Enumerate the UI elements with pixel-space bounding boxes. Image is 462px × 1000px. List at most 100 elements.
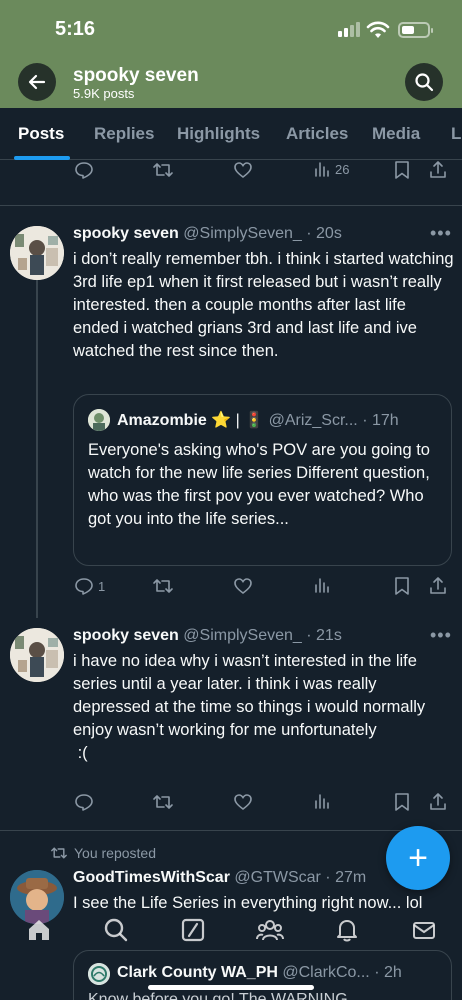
quoted-tweet[interactable]: Clark County WA_PH @ClarkCo... · 2h Know… <box>73 950 452 1000</box>
repost-indicator: You reposted <box>50 845 156 861</box>
thread-line <box>36 280 38 618</box>
tab-likes[interactable]: L <box>451 124 461 144</box>
tweet-time[interactable]: 20s <box>316 225 342 242</box>
quote-avatar <box>88 963 110 985</box>
tweet-actions: 1 <box>0 576 462 600</box>
battery-icon <box>398 22 433 38</box>
reply-button[interactable]: 1 <box>74 576 105 596</box>
views-button[interactable] <box>313 576 331 594</box>
repost-icon <box>153 579 173 593</box>
bookmark-button[interactable] <box>393 160 411 180</box>
repost-button[interactable] <box>152 792 174 812</box>
quote-author-handle: @ClarkCo... <box>282 964 370 981</box>
repost-icon <box>153 795 173 809</box>
reply-icon <box>75 794 93 811</box>
bookmark-button[interactable] <box>393 576 411 596</box>
quote-author-emoji: ⭐ | 🚦 <box>211 412 265 429</box>
bookmark-icon <box>395 793 409 811</box>
views-icon <box>315 578 329 593</box>
more-options-button[interactable]: ••• <box>430 223 452 244</box>
reply-button[interactable] <box>74 160 94 180</box>
bookmark-icon <box>395 577 409 595</box>
signal-icon <box>338 22 360 37</box>
explore-search-icon[interactable] <box>103 917 129 943</box>
heart-icon <box>234 794 252 811</box>
wifi-icon <box>366 21 390 38</box>
tweet-time[interactable]: 21s <box>316 627 342 644</box>
avatar[interactable] <box>10 226 64 280</box>
status-time: 5:16 <box>55 18 96 40</box>
share-icon <box>430 577 446 594</box>
tweet-actions <box>0 792 462 816</box>
like-button[interactable] <box>233 576 253 596</box>
back-button[interactable] <box>18 63 56 101</box>
tweet-time[interactable]: 27m <box>335 869 366 886</box>
search-icon <box>415 73 434 92</box>
tab-media[interactable]: Media <box>372 124 420 144</box>
author-handle[interactable]: @GTWScar <box>234 869 320 886</box>
quote-header: Amazombie ⭐ | 🚦 @Ariz_Scr... · 17h <box>117 412 399 429</box>
quote-avatar <box>88 409 110 431</box>
share-button[interactable] <box>429 576 447 596</box>
author-name[interactable]: spooky seven <box>73 225 179 242</box>
compose-post-button[interactable]: + <box>386 826 450 890</box>
bookmark-button[interactable] <box>393 792 411 812</box>
tab-articles[interactable]: Articles <box>286 124 348 144</box>
author-name[interactable]: spooky seven <box>73 627 179 644</box>
search-button[interactable] <box>405 63 443 101</box>
like-button[interactable] <box>233 792 253 812</box>
views-icon <box>315 794 329 809</box>
profile-tabs: Posts Replies Highlights Articles Media … <box>0 108 462 160</box>
repost-icon <box>153 163 173 177</box>
share-icon <box>430 793 446 810</box>
reply-count: 1 <box>98 578 106 594</box>
quote-author-handle: @Ariz_Scr... <box>268 412 358 429</box>
quote-time: 2h <box>383 964 402 981</box>
post-count: 5.9K posts <box>73 86 135 101</box>
repost-button[interactable] <box>152 576 174 596</box>
reply-button[interactable] <box>74 792 94 812</box>
share-button[interactable] <box>429 792 447 812</box>
profile-header: 5:16 spooky seven 5.9K posts <box>0 0 462 108</box>
more-options-button[interactable]: ••• <box>430 625 452 646</box>
messages-envelope-icon[interactable] <box>411 917 437 943</box>
home-indicator <box>148 985 314 990</box>
avatar-image <box>10 628 64 682</box>
repost-icon <box>51 847 67 859</box>
home-icon[interactable] <box>26 917 52 943</box>
quote-text: Know before you go! The WARNING <box>88 991 348 1000</box>
repost-button[interactable] <box>152 160 174 180</box>
author-handle[interactable]: @SimplySeven_ <box>183 225 302 242</box>
plus-icon: + <box>408 838 428 877</box>
views-count: 26 <box>335 161 350 177</box>
communities-icon[interactable] <box>256 917 284 943</box>
tweet-actions: 26 <box>0 160 462 184</box>
bookmark-icon <box>395 161 409 179</box>
views-icon <box>315 162 329 177</box>
author-name[interactable]: GoodTimesWithScar <box>73 869 230 886</box>
avatar-image <box>10 226 64 280</box>
tab-posts[interactable]: Posts <box>18 124 64 144</box>
author-handle[interactable]: @SimplySeven_ <box>183 627 302 644</box>
views-button[interactable] <box>313 792 331 810</box>
notifications-bell-icon[interactable] <box>334 917 360 943</box>
share-button[interactable] <box>429 160 447 180</box>
quote-header: Clark County WA_PH @ClarkCo... · 2h <box>117 964 402 981</box>
like-button[interactable] <box>233 160 253 180</box>
tweet-header: spooky seven @SimplySeven_ · 20s <box>73 225 342 242</box>
tab-highlights[interactable]: Highlights <box>177 124 260 144</box>
quote-time: 17h <box>371 412 399 429</box>
quoted-tweet[interactable]: Amazombie ⭐ | 🚦 @Ariz_Scr... · 17h Every… <box>73 394 452 566</box>
divider <box>0 830 462 831</box>
tab-replies[interactable]: Replies <box>94 124 154 144</box>
tweet-text: i have no idea why i wasn’t interested i… <box>73 652 426 762</box>
reply-icon <box>75 162 93 179</box>
share-icon <box>430 161 446 178</box>
avatar[interactable] <box>10 628 64 682</box>
grok-icon[interactable] <box>180 917 206 943</box>
views-button[interactable]: 26 <box>313 160 349 178</box>
heart-icon <box>234 162 252 179</box>
tweet-header: spooky seven @SimplySeven_ · 21s <box>73 627 342 644</box>
reply-icon <box>75 578 93 595</box>
divider <box>0 205 462 206</box>
